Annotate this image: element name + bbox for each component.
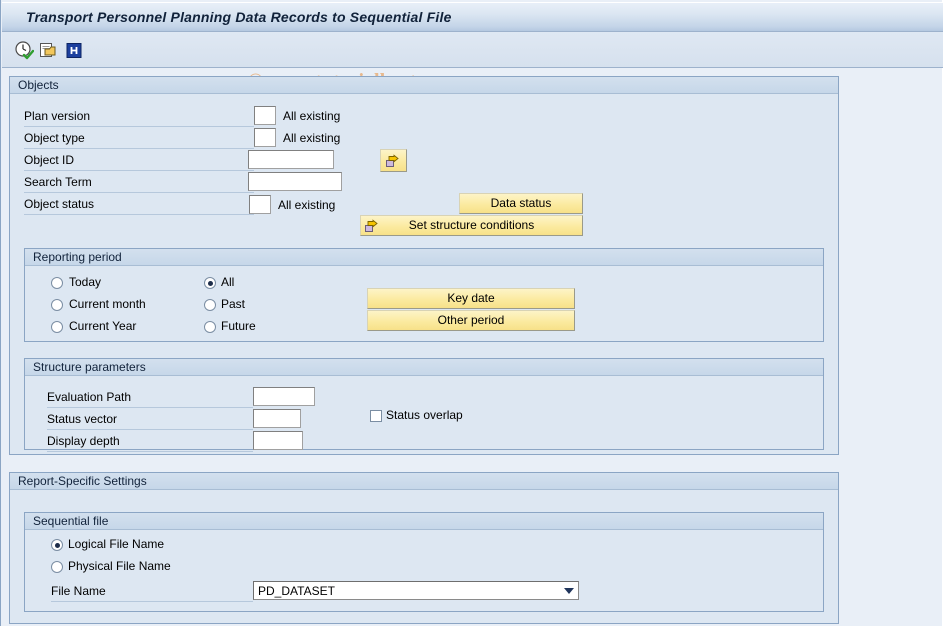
search-term-input[interactable] xyxy=(248,172,342,191)
field-row-object-status: Object status xyxy=(24,194,254,215)
structure-parameters-panel: Structure parameters Evaluation Path Sta… xyxy=(24,358,824,452)
radio-physical-file-name-label[interactable]: Physical File Name xyxy=(68,559,171,573)
set-structure-conditions-button[interactable]: Set structure conditions xyxy=(360,215,583,236)
display-depth-label: Display depth xyxy=(47,434,120,448)
object-status-input[interactable] xyxy=(249,195,271,214)
arrow-right-icon xyxy=(386,154,401,168)
radio-current-month[interactable] xyxy=(51,299,63,311)
radio-physical-file-name[interactable] xyxy=(51,561,63,573)
object-id-input[interactable] xyxy=(248,150,334,169)
field-row-object-type: Object type xyxy=(24,128,254,149)
object-type-label: Object type xyxy=(24,131,85,145)
title-bar: Transport Personnel Planning Data Record… xyxy=(2,2,943,32)
sequential-file-panel: Sequential file Logical File Name Physic… xyxy=(24,512,824,612)
field-row-file-name: File Name xyxy=(51,581,253,602)
report-specific-settings-panel: Report-Specific Settings Sequential file… xyxy=(9,472,839,624)
object-status-sidetext: All existing xyxy=(278,198,336,212)
radio-current-year-label[interactable]: Current Year xyxy=(69,319,136,333)
arrow-right-icon xyxy=(365,219,380,239)
status-vector-label: Status vector xyxy=(47,412,118,426)
radio-all[interactable] xyxy=(204,277,216,289)
field-row-plan-version: Plan version xyxy=(24,106,254,127)
copy-icon[interactable] xyxy=(38,40,58,60)
status-overlap-checkbox[interactable] xyxy=(370,410,382,422)
display-depth-input[interactable] xyxy=(253,431,303,450)
field-row-evaluation-path: Evaluation Path xyxy=(47,387,253,408)
file-name-select[interactable]: PD_DATASET xyxy=(253,581,579,600)
radio-future[interactable] xyxy=(204,321,216,333)
report-specific-settings-header: Report-Specific Settings xyxy=(10,473,838,490)
plan-version-sidetext: All existing xyxy=(283,109,341,123)
radio-future-label[interactable]: Future xyxy=(221,319,256,333)
multiple-selection-button[interactable] xyxy=(380,149,407,172)
objects-panel-header: Objects xyxy=(10,77,838,94)
status-overlap-label[interactable]: Status overlap xyxy=(386,408,463,422)
field-row-search-term: Search Term xyxy=(24,172,254,193)
evaluation-path-label: Evaluation Path xyxy=(47,390,132,404)
radio-past-label[interactable]: Past xyxy=(221,297,245,311)
field-row-display-depth: Display depth xyxy=(47,431,253,452)
reporting-period-header: Reporting period xyxy=(25,249,823,266)
radio-past[interactable] xyxy=(204,299,216,311)
execute-icon[interactable] xyxy=(14,40,35,60)
key-date-button[interactable]: Key date xyxy=(367,288,575,309)
set-structure-conditions-label: Set structure conditions xyxy=(408,218,535,232)
radio-today[interactable] xyxy=(51,277,63,289)
radio-today-label[interactable]: Today xyxy=(69,275,101,289)
file-name-label: File Name xyxy=(51,584,106,598)
radio-logical-file-name-label[interactable]: Logical File Name xyxy=(68,537,164,551)
sequential-file-header: Sequential file xyxy=(25,513,823,530)
object-status-label: Object status xyxy=(24,197,95,211)
chevron-down-icon xyxy=(564,588,574,594)
plan-version-label: Plan version xyxy=(24,109,91,123)
radio-current-month-label[interactable]: Current month xyxy=(69,297,146,311)
objects-panel: Objects Plan version All existing Object… xyxy=(9,76,839,455)
status-vector-input[interactable] xyxy=(253,409,301,428)
radio-logical-file-name[interactable] xyxy=(51,539,63,551)
search-term-label: Search Term xyxy=(24,175,92,189)
structure-parameters-header: Structure parameters xyxy=(25,359,823,376)
info-icon[interactable] xyxy=(64,40,84,60)
object-type-input[interactable] xyxy=(254,128,276,147)
radio-all-label[interactable]: All xyxy=(221,275,234,289)
object-type-sidetext: All existing xyxy=(283,131,341,145)
field-row-object-id: Object ID xyxy=(24,150,254,171)
toolbar: © www.tutorialkart.com xyxy=(2,32,943,92)
data-status-button[interactable]: Data status xyxy=(459,193,583,214)
reporting-period-panel: Reporting period Today Current month Cur… xyxy=(24,248,824,342)
sap-window: Transport Personnel Planning Data Record… xyxy=(0,0,943,626)
page-title: Transport Personnel Planning Data Record… xyxy=(26,9,452,25)
evaluation-path-input[interactable] xyxy=(253,387,315,406)
field-row-status-vector: Status vector xyxy=(47,409,253,430)
plan-version-input[interactable] xyxy=(254,106,276,125)
file-name-value: PD_DATASET xyxy=(258,584,335,598)
radio-current-year[interactable] xyxy=(51,321,63,333)
other-period-button[interactable]: Other period xyxy=(367,310,575,331)
object-id-label: Object ID xyxy=(24,153,75,167)
